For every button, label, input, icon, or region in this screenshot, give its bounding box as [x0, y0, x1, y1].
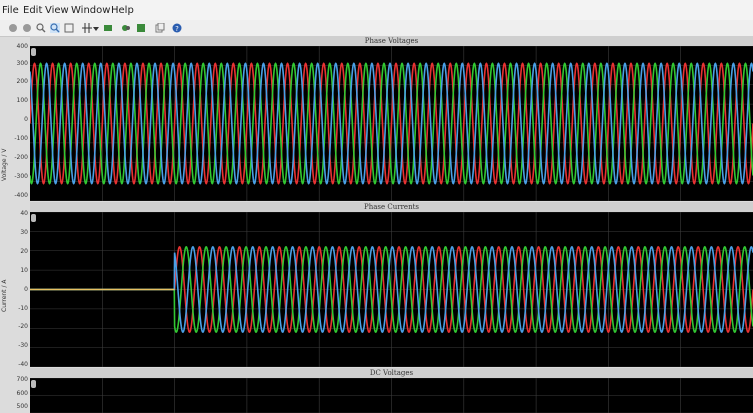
record-icon[interactable]	[103, 23, 113, 33]
y-tick-label: 40	[20, 210, 28, 217]
y-tick-label: 500	[16, 403, 28, 410]
link-icon[interactable]	[121, 23, 131, 33]
y-tick-label: 10	[20, 267, 28, 274]
copy-icon[interactable]	[155, 23, 165, 33]
help-icon[interactable]: ?	[172, 23, 182, 33]
save-icon[interactable]	[136, 23, 146, 33]
zoom-handle-icon[interactable]	[31, 48, 36, 56]
menu-file[interactable]: File	[2, 5, 19, 16]
pause-icon[interactable]	[22, 23, 32, 33]
plot-canvas	[30, 212, 753, 367]
y-tick-label: -400	[14, 192, 28, 199]
y-tick-label: -200	[14, 154, 28, 161]
stop-icon[interactable]	[8, 23, 18, 33]
y-tick-label: 100	[16, 97, 28, 104]
y-axis-voltages: Voltage / V 400 300 200 100 0 -100 -200 …	[0, 36, 30, 204]
y-tick-label: 400	[16, 43, 28, 50]
y-tick-label: -10	[18, 305, 28, 312]
y-tick-label: 600	[16, 390, 28, 397]
y-tick-label: 20	[20, 248, 28, 255]
menu-window[interactable]: Window	[71, 5, 110, 16]
y-axis-dc: 700 600 500	[0, 368, 30, 413]
plot-voltages[interactable]	[30, 46, 753, 201]
y-axis-title: Current / A	[1, 279, 8, 312]
y-tick-label: -20	[18, 323, 28, 330]
y-tick-label: -100	[14, 135, 28, 142]
plot-canvas	[30, 378, 753, 413]
fit-icon[interactable]	[64, 23, 74, 33]
panel-title-voltages: Phase Voltages	[30, 36, 753, 46]
y-tick-label: 300	[16, 60, 28, 67]
zoom-handle-icon[interactable]	[31, 380, 36, 388]
y-tick-label: 30	[20, 229, 28, 236]
menu-view[interactable]: View	[45, 5, 69, 16]
y-tick-label: 200	[16, 78, 28, 85]
plot-canvas	[30, 46, 753, 201]
menu-bar: File Edit View Window Help	[0, 0, 753, 20]
svg-text:?: ?	[175, 25, 179, 33]
plot-currents[interactable]	[30, 212, 753, 367]
zoom-handle-icon[interactable]	[31, 214, 36, 222]
menu-help[interactable]: Help	[111, 5, 134, 16]
toolbar: ?	[0, 20, 753, 37]
panel-title-dc: DC Voltages	[30, 368, 753, 378]
zoom-selected-icon[interactable]	[50, 23, 60, 33]
y-tick-label: 0	[24, 286, 28, 293]
y-tick-label: 700	[16, 376, 28, 383]
panel-title-currents: Phase Currents	[30, 202, 753, 212]
dropdown-icon[interactable]	[93, 23, 99, 33]
plot-dc[interactable]	[30, 378, 753, 413]
y-axis-currents: Current / A 40 30 20 10 0 -10 -20 -30 -4…	[0, 202, 30, 370]
cursor-icon[interactable]	[82, 23, 92, 33]
y-tick-label: 0	[24, 116, 28, 123]
menu-edit[interactable]: Edit	[23, 5, 42, 16]
zoom-icon[interactable]	[36, 23, 46, 33]
y-tick-label: -30	[18, 342, 28, 349]
y-tick-label: -300	[14, 173, 28, 180]
y-axis-title: Voltage / V	[1, 148, 8, 181]
